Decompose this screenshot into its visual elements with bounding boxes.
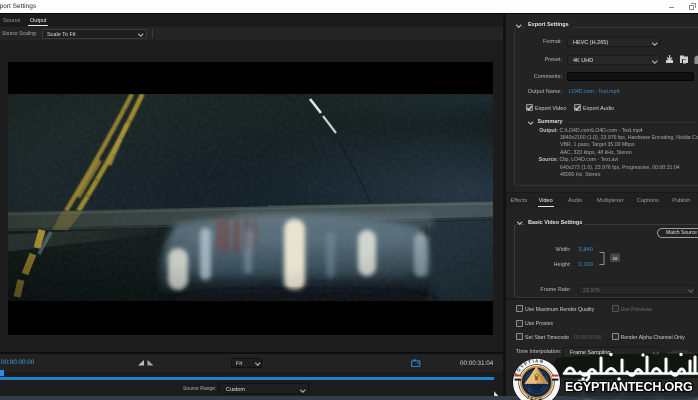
svg-text:EGYPTIANTECH.ORG: EGYPTIANTECH.ORG: [565, 380, 693, 394]
svg-text:∞: ∞: [613, 255, 618, 262]
